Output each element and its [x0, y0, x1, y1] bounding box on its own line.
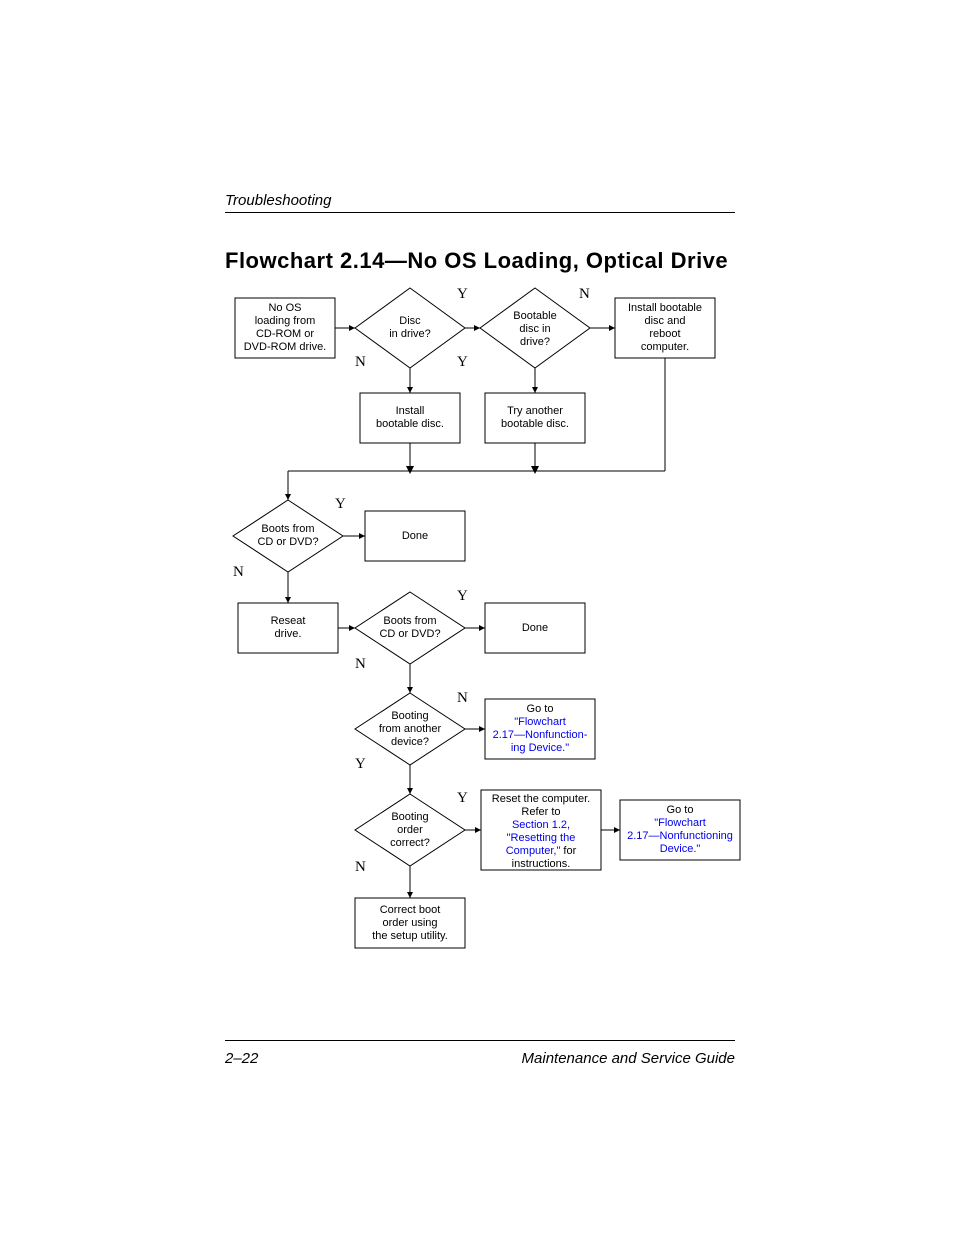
lbl: Y — [355, 756, 366, 772]
t: bootable disc. — [501, 418, 569, 430]
t: Bootable — [513, 310, 556, 322]
lbl: N — [355, 859, 366, 875]
t: Install — [396, 405, 425, 417]
t: device? — [391, 736, 429, 748]
t: Done — [402, 530, 428, 542]
t: from another — [379, 723, 442, 735]
t: disc and — [645, 315, 686, 327]
flowchart-diagram: No OS loading from CD-ROM or DVD-ROM dri… — [225, 278, 755, 1018]
t: Booting — [391, 710, 428, 722]
lbl: Y — [335, 496, 346, 512]
t: Reset the computer. — [492, 793, 590, 805]
link-text[interactable]: 2.17—Nonfunctioning — [627, 830, 733, 842]
lbl: Y — [457, 790, 468, 806]
t: Boots from — [383, 615, 436, 627]
t: Correct boot — [380, 904, 441, 916]
t: reboot — [649, 328, 680, 340]
t: DVD-ROM drive. — [244, 341, 327, 353]
t: Refer to — [521, 806, 560, 818]
t: CD or DVD? — [257, 536, 318, 548]
lbl: Y — [457, 286, 468, 302]
t: order using — [382, 917, 437, 929]
t: computer. — [641, 341, 689, 353]
t: loading from — [255, 315, 316, 327]
t: Boots from — [261, 523, 314, 535]
t: Try another — [507, 405, 563, 417]
t: instructions. — [512, 858, 571, 870]
t: correct? — [390, 837, 430, 849]
t: No OS — [268, 302, 301, 314]
t: Disc — [399, 315, 421, 327]
t: disc in — [519, 323, 550, 335]
link-text[interactable]: Section 1.2, — [512, 819, 570, 831]
t: for — [560, 845, 576, 857]
link-text[interactable]: Computer," — [506, 845, 561, 857]
lbl: N — [579, 286, 590, 302]
t: drive. — [275, 628, 302, 640]
link-text[interactable]: "Flowchart — [654, 817, 706, 829]
lbl: N — [457, 690, 468, 706]
link-text[interactable]: Device." — [660, 843, 701, 855]
t: Go to — [527, 703, 554, 715]
t: CD-ROM or — [256, 328, 314, 340]
lbl: N — [355, 354, 366, 370]
t: order — [397, 824, 423, 836]
t: Reseat — [271, 615, 306, 627]
lbl: Y — [457, 588, 468, 604]
t: Install bootable — [628, 302, 702, 314]
t: the setup utility. — [372, 930, 448, 942]
t: CD or DVD? — [379, 628, 440, 640]
guide-name: Maintenance and Service Guide — [522, 1050, 735, 1067]
t: drive? — [520, 336, 550, 348]
lbl: N — [233, 564, 244, 580]
svg-text:Computer," for: Computer," for — [506, 845, 577, 857]
link-text[interactable]: "Flowchart — [514, 716, 566, 728]
link-text[interactable]: 2.17—Nonfunction- — [493, 729, 588, 741]
page-number: 2–22 — [225, 1050, 258, 1067]
section-header: Troubleshooting — [225, 192, 331, 209]
footer-rule — [225, 1040, 735, 1041]
lbl: Y — [457, 354, 468, 370]
t: Done — [522, 622, 548, 634]
t: Go to — [667, 804, 694, 816]
t: bootable disc. — [376, 418, 444, 430]
lbl: N — [355, 656, 366, 672]
link-text[interactable]: ing Device." — [511, 742, 569, 754]
page-title: Flowchart 2.14—No OS Loading, Optical Dr… — [225, 248, 728, 274]
header-rule — [225, 212, 735, 213]
t: in drive? — [389, 328, 431, 340]
link-text[interactable]: "Resetting the — [507, 832, 576, 844]
t: Booting — [391, 811, 428, 823]
